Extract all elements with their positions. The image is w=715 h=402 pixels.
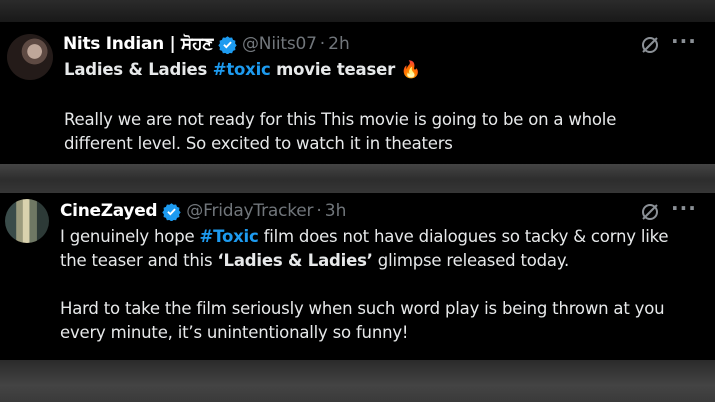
display-name[interactable]: Nits Indian | ਸੋਹਣ — [63, 34, 213, 54]
display-name[interactable]: CineZayed — [60, 201, 158, 221]
body-line: Hard to take the film seriously when suc… — [60, 299, 665, 318]
hashtag-link[interactable]: #Toxic — [199, 227, 258, 246]
body-text-bold: ‘Ladies & Ladies’ — [217, 251, 373, 270]
avatar[interactable] — [7, 34, 53, 80]
body-line: different level. So excited to watch it … — [64, 134, 453, 153]
grok-icon[interactable] — [640, 35, 660, 55]
more-icon[interactable]: ··· — [671, 31, 696, 54]
user-handle[interactable]: @FridayTracker — [186, 201, 313, 221]
user-handle[interactable]: @Niits07 — [242, 34, 317, 54]
tweet-title: Ladies & Ladies #toxic movie teaser 🔥 — [64, 58, 421, 82]
verified-badge-icon — [218, 35, 237, 54]
tweet-header: Nits Indian | ਸੋਹਣ @Niits07 · 2h — [63, 34, 350, 54]
body-text: I genuinely hope — [60, 227, 200, 246]
timestamp[interactable]: 3h — [325, 201, 347, 221]
verified-badge-icon — [162, 202, 181, 221]
title-text-end: movie teaser — [270, 60, 401, 79]
body-line: Really we are not ready for this This mo… — [64, 110, 617, 129]
separator-dot: · — [319, 34, 326, 54]
tweet-header: CineZayed @FridayTracker · 3h — [60, 201, 346, 221]
background-bottom — [0, 360, 715, 402]
grok-icon[interactable] — [640, 202, 660, 222]
body-line: I genuinely hope #Toxic film does not ha… — [60, 225, 669, 249]
separator-dot: · — [316, 201, 322, 221]
tweet-card[interactable]: Nits Indian | ਸੋਹਣ @Niits07 · 2h ··· Lad… — [0, 22, 715, 164]
tweet-card[interactable]: CineZayed @FridayTracker · 3h ··· I genu… — [0, 193, 715, 360]
more-icon[interactable]: ··· — [671, 198, 696, 221]
avatar[interactable] — [5, 199, 49, 243]
tweet-body: I genuinely hope #Toxic film does not ha… — [60, 225, 669, 345]
body-text: film does not have dialogues so tacky & … — [258, 227, 669, 246]
fire-emoji-icon: 🔥 — [400, 60, 422, 79]
body-line: every minute, it’s unintentionally so fu… — [60, 323, 409, 342]
body-text: glimpse released today. — [372, 251, 570, 270]
tweet-body: Really we are not ready for this This mo… — [64, 108, 616, 156]
title-text: Ladies & Ladies — [64, 60, 213, 79]
timestamp[interactable]: 2h — [328, 34, 350, 54]
body-line: the teaser and this ‘Ladies & Ladies’ gl… — [60, 249, 668, 273]
hashtag-link[interactable]: #toxic — [213, 60, 271, 79]
body-text: the teaser and this — [60, 251, 218, 270]
